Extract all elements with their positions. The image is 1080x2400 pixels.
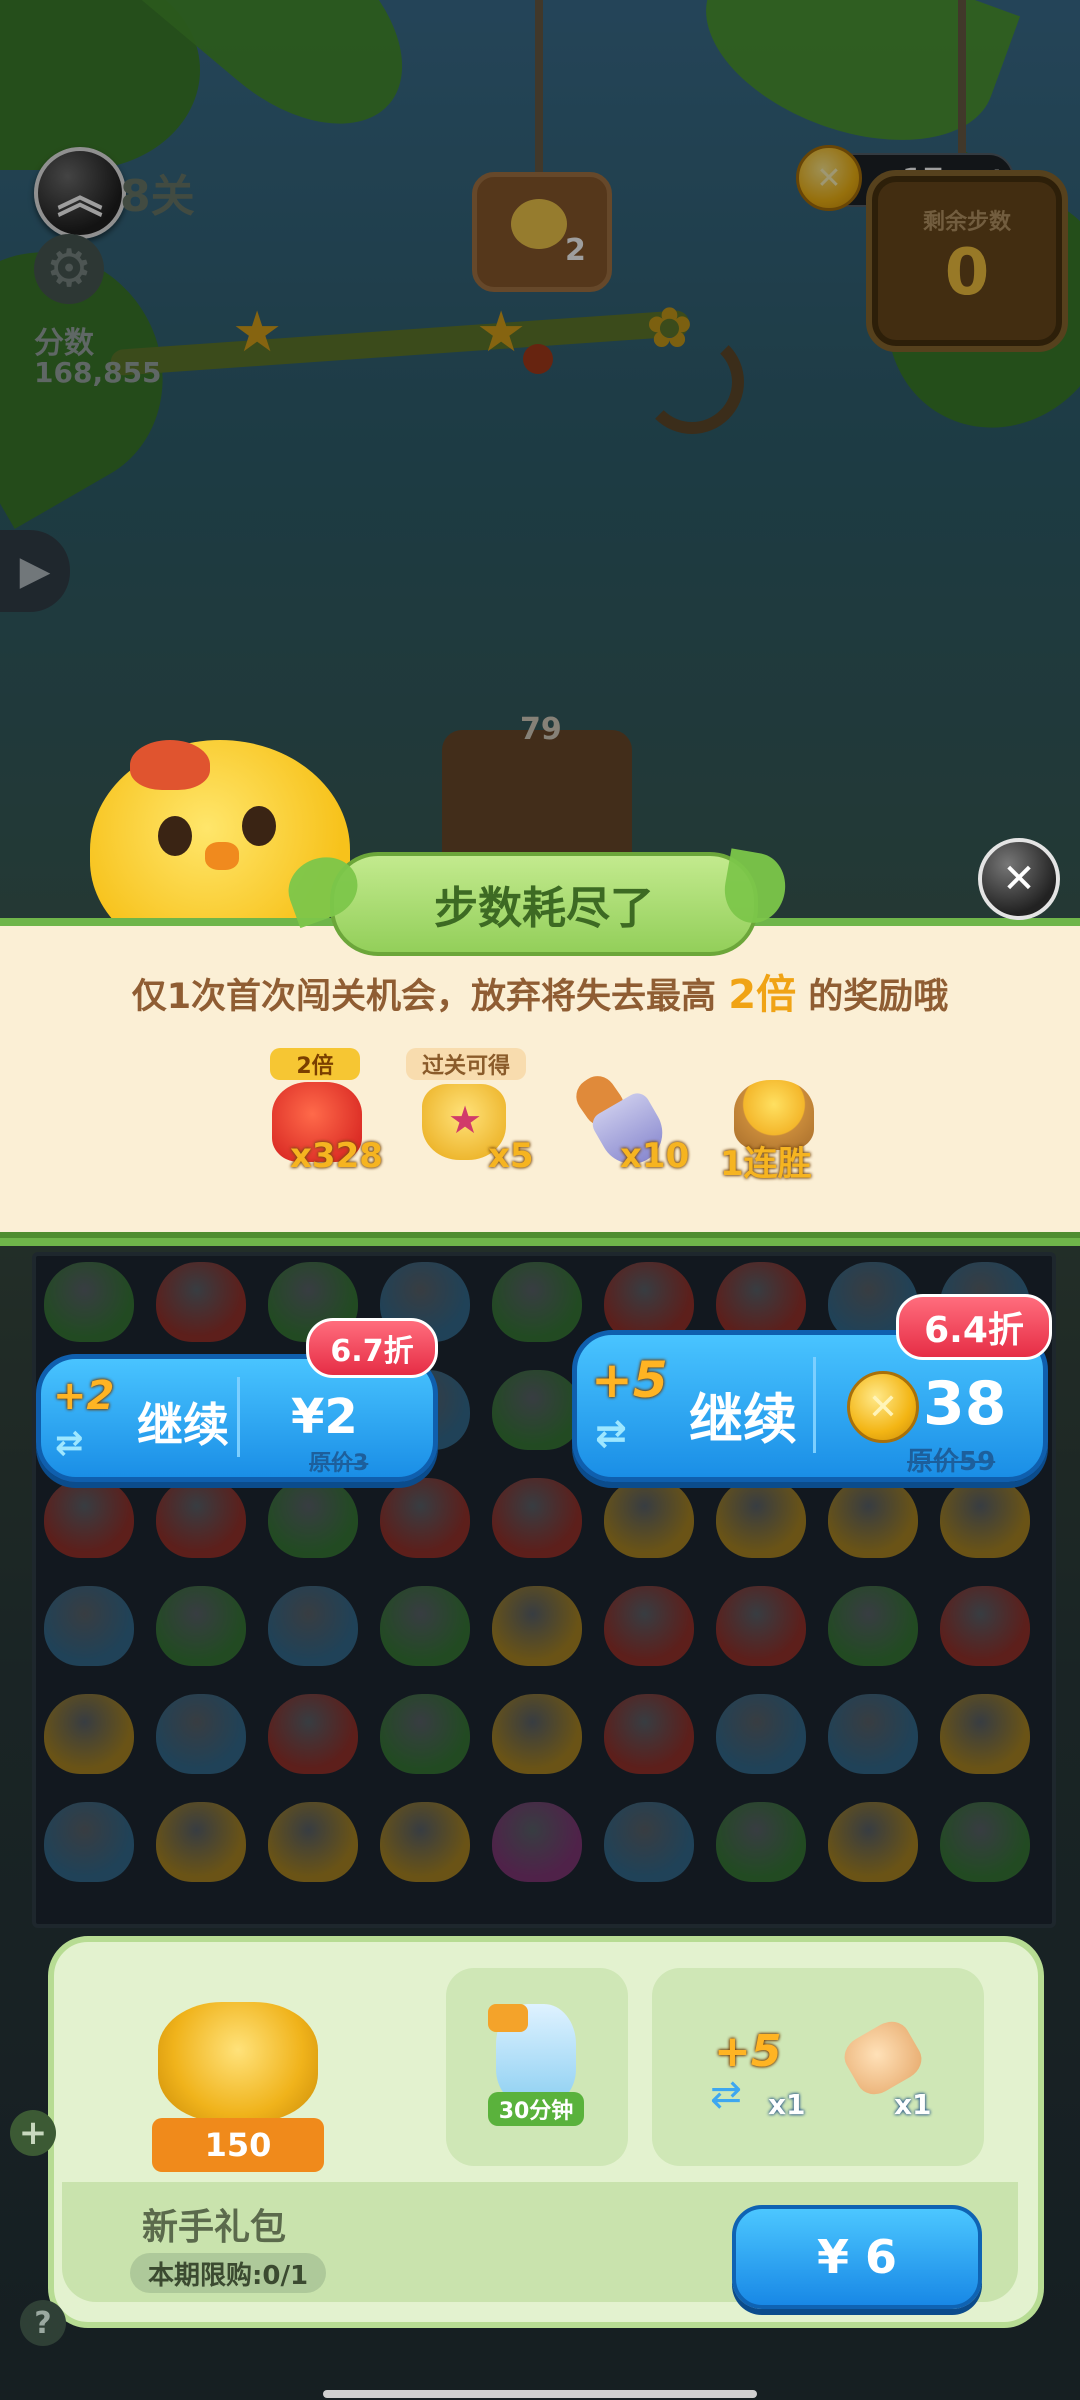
discount-badge: 6.4折 [896, 1294, 1052, 1360]
reward-qty: 1连胜 [720, 1144, 812, 1184]
reward-qty: x10 [620, 1136, 690, 1176]
arrows-icon: ⇄ [595, 1411, 627, 1455]
buy-button[interactable]: ¥ 6 [732, 2205, 982, 2309]
discount-badge: 6.7折 [306, 1318, 438, 1378]
home-indicator [323, 2390, 757, 2398]
divider [813, 1357, 816, 1453]
reward-tag: 过关可得 [406, 1048, 526, 1080]
chick-eye [158, 816, 192, 856]
chick-eye [242, 806, 276, 846]
chick-crest [130, 740, 210, 790]
plus-steps: +5 [591, 1351, 668, 1409]
chick-beak [205, 842, 239, 870]
reward-item: 过关可得 ★ x5 [404, 1040, 534, 1190]
reward-item: 2倍 x328 [262, 1040, 392, 1190]
reward-item: x10 [566, 1040, 696, 1190]
price: ¥2 [291, 1389, 358, 1445]
plus-steps: +5 [714, 2026, 782, 2077]
dialog-title: 步数耗尽了 [330, 852, 758, 956]
continue-label: 继续 [689, 1388, 797, 1451]
timer-label: 30分钟 [488, 2092, 584, 2126]
close-button[interactable]: ✕ [978, 838, 1060, 920]
warning-post: 的奖励哦 [808, 977, 949, 1017]
item-slot: 30分钟 [446, 1968, 628, 2166]
plus-icon[interactable]: + [10, 2110, 56, 2156]
reward-tag: 2倍 [270, 1048, 360, 1080]
coin-pile-icon [158, 2002, 318, 2122]
reward-item: 1连胜 [710, 1040, 840, 1190]
price: 38 [923, 1369, 1007, 1439]
warning-pre: 仅1次首次闯关机会，放弃将失去最高 [131, 977, 717, 1017]
divider [237, 1377, 240, 1457]
reward-qty: x328 [290, 1136, 383, 1176]
close-icon: ✕ [1002, 856, 1036, 902]
help-button[interactable]: ? [20, 2300, 66, 2346]
item-qty: x1 [894, 2088, 932, 2121]
item-slot: +5 ⇄ x1 x1 [652, 1968, 984, 2166]
bottle-cap [488, 2004, 528, 2032]
warning-text: 仅1次首次闯关机会，放弃将失去最高 2倍 的奖励哦 [0, 962, 1080, 1020]
original-price: 原价3 [309, 1451, 369, 1476]
arrows-icon: ⇄ [55, 1423, 84, 1463]
coin-amount: 150 [152, 2118, 324, 2172]
plus-steps: +2 [53, 1373, 115, 1419]
warning-highlight: 2倍 [728, 972, 797, 1018]
original-price: 原价59 [907, 1447, 996, 1477]
arrows-icon: ⇄ [710, 2072, 742, 2116]
continue-label: 继续 [137, 1398, 229, 1452]
item-qty: x1 [768, 2088, 806, 2121]
star-icon: ★ [448, 1098, 483, 1142]
coin-icon: ✕ [847, 1371, 919, 1443]
pack-title: 新手礼包 [142, 2207, 287, 2248]
reward-qty: x5 [488, 1136, 534, 1176]
purchase-limit: 本期限购:0/1 [130, 2253, 327, 2293]
